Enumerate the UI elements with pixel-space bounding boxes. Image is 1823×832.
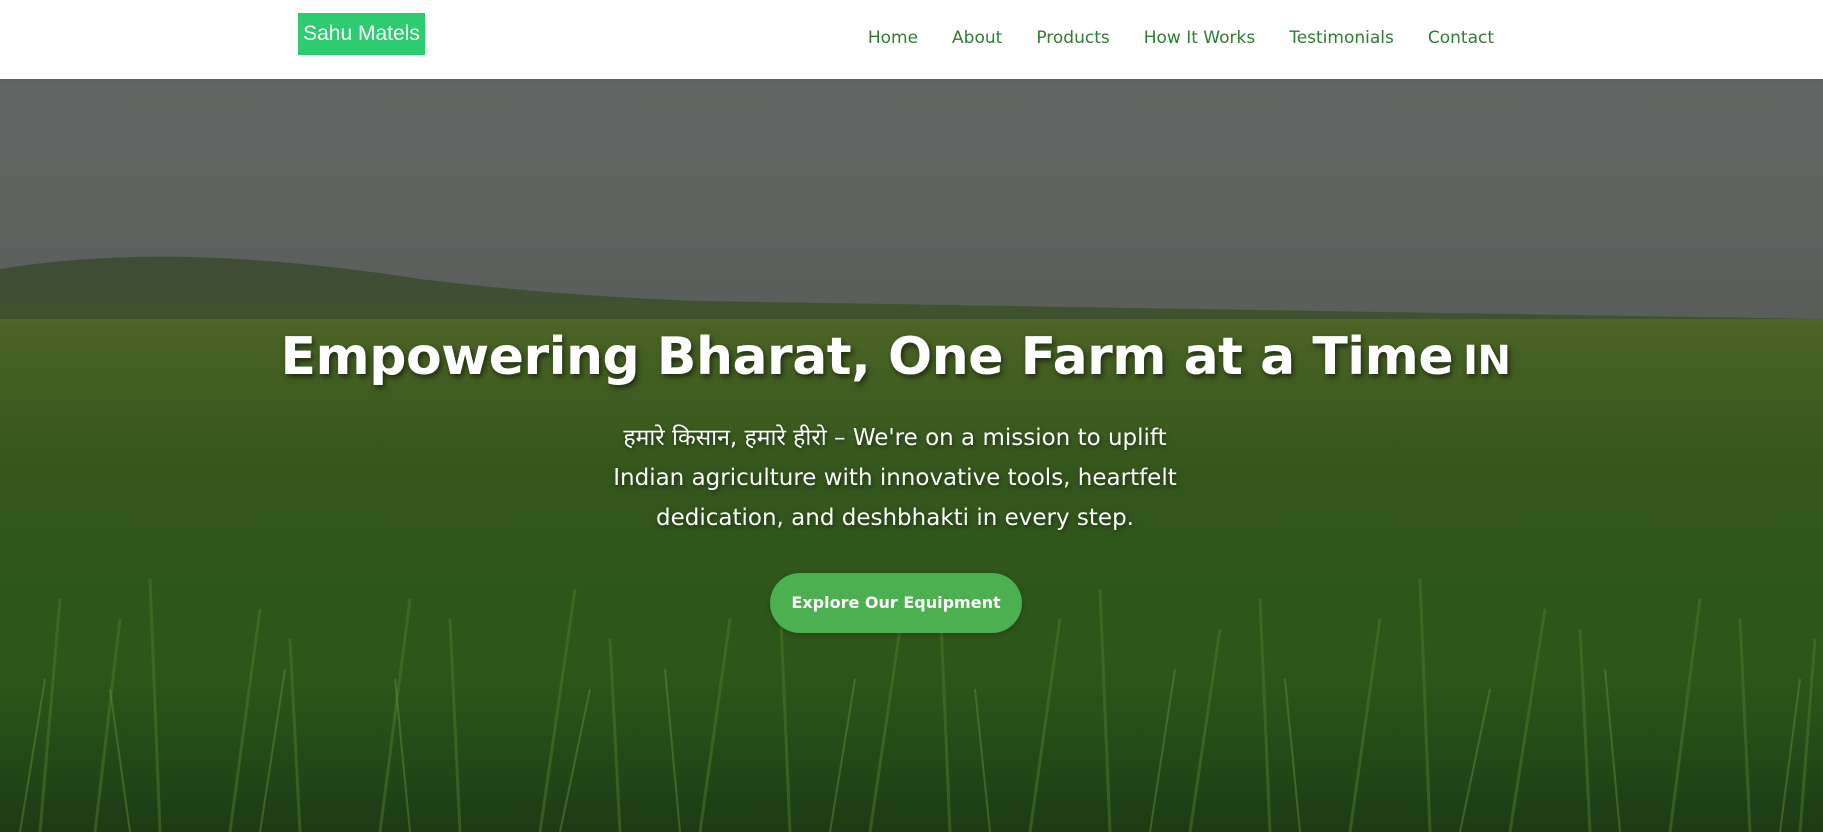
nav-link-about[interactable]: About (952, 28, 1002, 48)
hero-section: Empowering Bharat, One Farm at a Time IN … (0, 79, 1823, 832)
nav-link-home[interactable]: Home (868, 28, 918, 48)
brand-logo[interactable]: Sahu Matels (298, 13, 425, 55)
top-navbar: Sahu Matels Home About Products How It W… (0, 0, 1823, 79)
hero-title: Empowering Bharat, One Farm at a Time IN (0, 322, 1791, 396)
nav-link-testimonials[interactable]: Testimonials (1289, 28, 1394, 48)
nav-link-contact[interactable]: Contact (1428, 28, 1494, 48)
nav-link-how-it-works[interactable]: How It Works (1144, 28, 1255, 48)
hero-content: Empowering Bharat, One Farm at a Time IN … (0, 79, 1823, 832)
india-flag-icon: IN (1463, 338, 1511, 384)
explore-equipment-button[interactable]: Explore Our Equipment (770, 573, 1022, 633)
main-nav: Home About Products How It Works Testimo… (868, 0, 1494, 76)
hero-subtitle: हमारे किसान, हमारे हीरो – We're on a mis… (613, 425, 1177, 531)
hero-title-text: Empowering Bharat, One Farm at a Time (280, 327, 1454, 387)
nav-link-products[interactable]: Products (1036, 28, 1109, 48)
